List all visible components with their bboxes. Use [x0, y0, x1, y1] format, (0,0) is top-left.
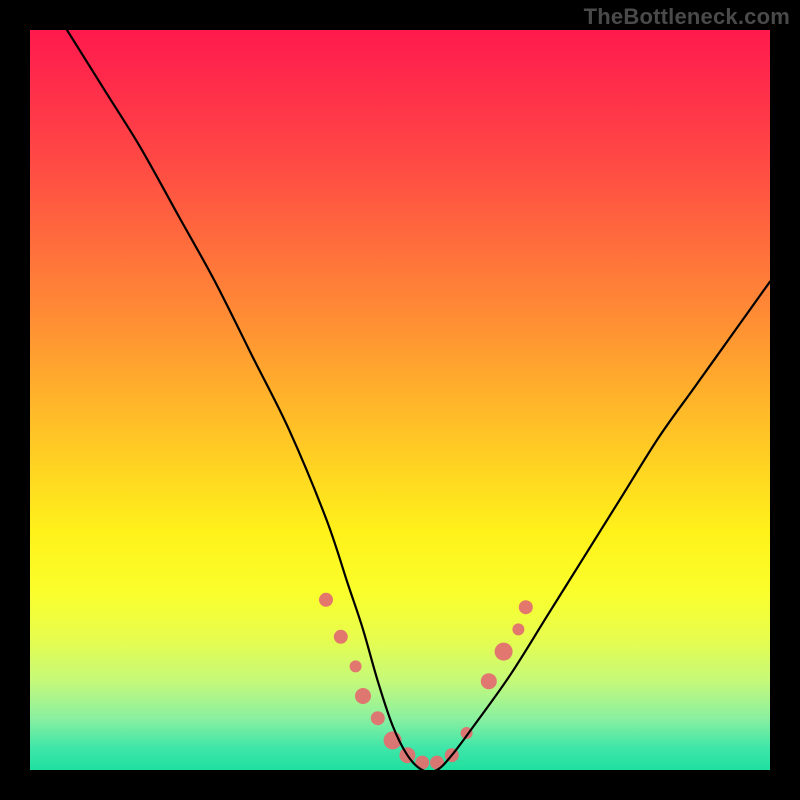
- curve-marker: [519, 600, 533, 614]
- curve-marker: [481, 673, 497, 689]
- plot-area: [30, 30, 770, 770]
- curve-marker: [350, 660, 362, 672]
- curve-marker: [355, 688, 371, 704]
- curve-marker: [371, 711, 385, 725]
- curve-marker: [334, 630, 348, 644]
- chart-frame: TheBottleneck.com: [0, 0, 800, 800]
- curve-marker: [495, 643, 513, 661]
- bottleneck-curve: [67, 30, 770, 770]
- curve-marker: [512, 623, 524, 635]
- curve-marker: [319, 593, 333, 607]
- curve-svg: [30, 30, 770, 770]
- watermark-text: TheBottleneck.com: [584, 4, 790, 30]
- markers-group: [319, 593, 533, 770]
